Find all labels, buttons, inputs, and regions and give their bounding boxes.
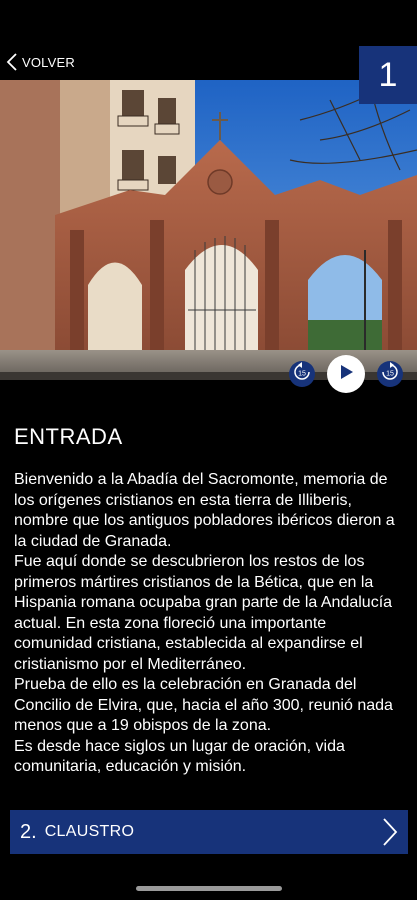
next-stop-number: 2. — [20, 820, 37, 843]
stop-number-badge: 1 — [359, 46, 417, 104]
paragraph: Bienvenido a la Abadía del Sacromonte, m… — [14, 471, 395, 550]
hero-image — [0, 80, 417, 380]
chevron-right-icon — [382, 817, 398, 852]
back-button[interactable]: VOLVER — [6, 52, 75, 72]
description-text: Bienvenido a la Abadía del Sacromonte, m… — [14, 470, 406, 778]
forward-label: 15 — [386, 370, 394, 377]
top-bar: VOLVER — [0, 0, 417, 80]
paragraph: Es desde hace siglos un lugar de oración… — [14, 737, 345, 776]
paragraph: Prueba de ello es la celebración en Gran… — [14, 676, 393, 734]
next-stop-label: CLAUSTRO — [44, 823, 135, 840]
chevron-left-icon — [6, 52, 18, 72]
forward-15-button[interactable]: 15 — [377, 361, 403, 387]
audio-player-controls: 15 15 — [289, 355, 403, 393]
page-title: ENTRADA — [14, 424, 123, 449]
play-button[interactable] — [327, 355, 365, 393]
next-stop-button[interactable]: 2. CLAUSTRO — [10, 810, 408, 854]
forward-icon: 15 — [380, 361, 400, 387]
rewind-label: 15 — [298, 370, 306, 377]
rewind-icon: 15 — [292, 361, 312, 387]
back-label: VOLVER — [22, 54, 75, 70]
play-icon — [337, 363, 355, 386]
home-indicator — [136, 886, 282, 891]
rewind-15-button[interactable]: 15 — [289, 361, 315, 387]
paragraph: Fue aquí donde se descubrieron los resto… — [14, 553, 393, 673]
